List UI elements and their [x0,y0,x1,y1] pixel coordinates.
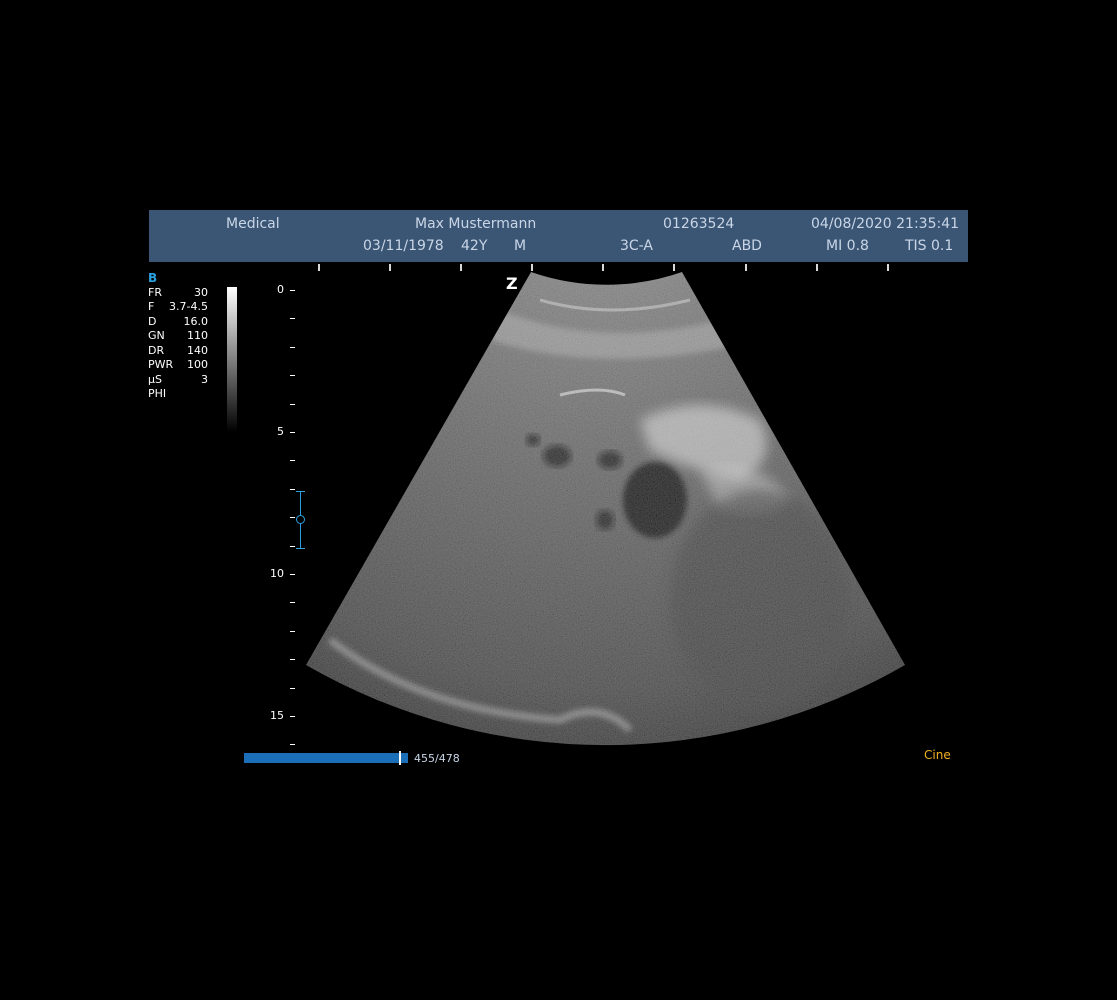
depth-tick [290,403,295,405]
grayscale-bar [227,287,237,432]
imaging-parameters: B FR 30 F 3.7-4.5 D 16.0 GN 110 DR 140 PWR 100… [148,271,208,402]
depth-tick [290,574,295,575]
depth-tick [290,375,295,377]
cine-frame-count: 455/478 [414,752,460,765]
param-row: DR 140 [148,343,208,357]
depth-tick [290,659,295,661]
param-row: PHI [148,387,167,400]
depth-tick [290,346,295,348]
imaging-mode: B [148,271,158,285]
depth-tick [290,602,295,604]
depth-tick [290,545,295,547]
depth-tick [290,687,295,689]
ultrasound-image [306,272,905,746]
depth-tick [290,460,295,462]
depth-tick [290,432,295,433]
focus-point[interactable] [296,515,305,524]
depth-tick [290,488,295,490]
param-row: GN 110 [148,329,208,342]
depth-tick [290,744,295,746]
depth-tick [290,517,295,519]
depth-label: 10 [270,567,284,580]
depth-label: 5 [277,425,284,438]
depth-tick [290,290,295,291]
depth-tick [290,318,295,320]
param-row: F 3.7-4.5 [148,300,208,313]
depth-label: 15 [270,709,284,722]
depth-label: 0 [277,283,284,296]
param-row: PWR 100 [148,358,208,371]
orientation-marker: Z [506,274,518,293]
depth-tick [290,630,295,632]
param-row: D 16.0 [148,314,208,328]
param-row: µS 3 [148,372,208,386]
cine-progress-bar[interactable] [244,753,408,763]
depth-tick [290,716,295,717]
sector-scan [306,272,905,746]
focus-zone-bottom[interactable] [296,548,305,549]
cine-mode-label: Cine [924,748,951,762]
param-row: FR 30 [148,285,208,299]
cine-frame-marker[interactable] [399,751,401,765]
